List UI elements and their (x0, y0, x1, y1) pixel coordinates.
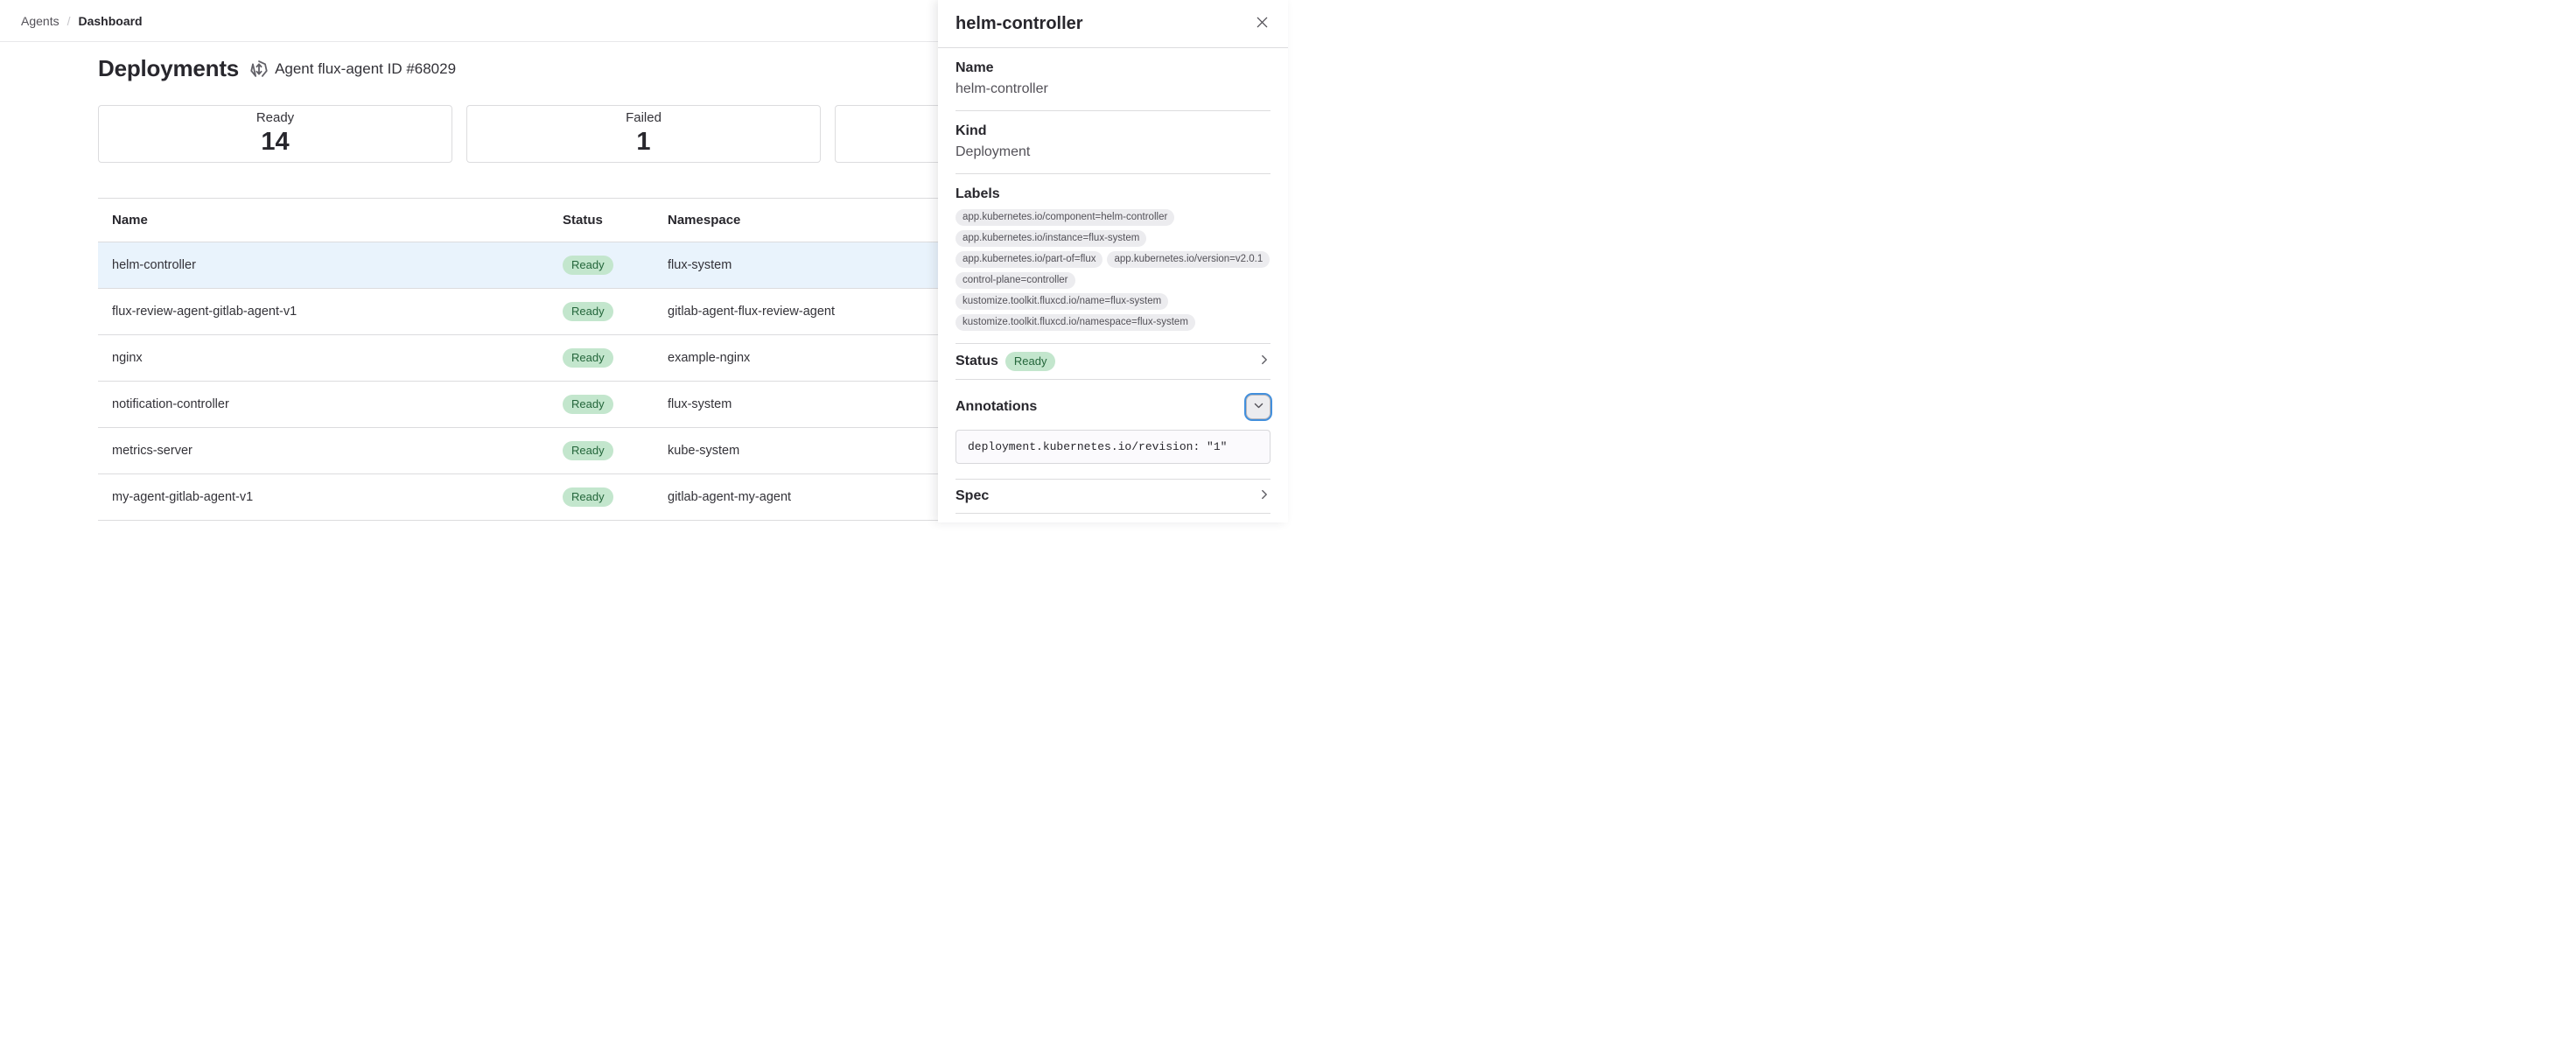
cell-deployment-name: helm-controller (98, 258, 549, 272)
label-chip: kustomize.toolkit.fluxcd.io/namespace=fl… (956, 314, 1195, 331)
drawer-spec-section: Spec (956, 480, 1270, 514)
status-expand-row[interactable]: Status Ready (956, 344, 1270, 379)
label-chip: kustomize.toolkit.fluxcd.io/name=flux-sy… (956, 293, 1168, 310)
cell-deployment-name: metrics-server (98, 444, 549, 458)
cell-deployment-name: notification-controller (98, 397, 549, 411)
label-chip: control-plane=controller (956, 272, 1075, 289)
breadcrumb-agents-link[interactable]: Agents (21, 14, 60, 28)
drawer-annotations-section: Annotations deployment.kubernetes.io/rev… (956, 380, 1270, 480)
status-badge: Ready (563, 441, 613, 460)
status-badge: Ready (563, 348, 613, 368)
cell-deployment-name: flux-review-agent-gitlab-agent-v1 (98, 305, 549, 319)
chevron-down-icon (1253, 400, 1264, 414)
agent-icon (249, 60, 269, 79)
stat-card-value: 14 (261, 126, 289, 158)
breadcrumb-current: Dashboard (78, 14, 142, 28)
agent-reference: Agent flux-agent ID #68029 (249, 60, 456, 79)
drawer-title: helm-controller (956, 14, 1083, 34)
kind-section-value: Deployment (956, 144, 1270, 161)
stat-card-value: 1 (636, 126, 650, 158)
drawer-name-section: Name helm-controller (956, 48, 1270, 111)
stat-card: Ready 14 (98, 105, 452, 163)
annotations-collapse-button[interactable] (1246, 395, 1270, 419)
annotations-code-block: deployment.kubernetes.io/revision: "1" (956, 430, 1270, 464)
name-section-label: Name (956, 60, 1270, 77)
drawer-status-section: Status Ready (956, 344, 1270, 380)
spec-section-label: Spec (956, 487, 989, 505)
status-badge: Ready (563, 256, 613, 275)
cell-deployment-name: my-agent-gitlab-agent-v1 (98, 490, 549, 504)
annotations-section-label: Annotations (956, 398, 1037, 416)
page-title: Deployments (98, 55, 239, 82)
cell-deployment-name: nginx (98, 351, 549, 365)
kind-section-label: Kind (956, 123, 1270, 140)
drawer-labels-section: Labels app.kubernetes.io/component=helm-… (956, 174, 1270, 344)
stat-card-label: Failed (626, 110, 662, 126)
column-header-name: Name (98, 213, 549, 228)
breadcrumb-separator: / (67, 14, 71, 28)
label-chip: app.kubernetes.io/instance=flux-system (956, 230, 1146, 247)
name-section-value: helm-controller (956, 81, 1270, 98)
labels-section-label: Labels (956, 186, 1270, 203)
status-section-label: Status (956, 353, 998, 370)
labels-chip-list: app.kubernetes.io/component=helm-control… (956, 209, 1270, 331)
drawer-kind-section: Kind Deployment (956, 111, 1270, 174)
drawer-close-button[interactable] (1254, 14, 1270, 33)
drawer-status-badge: Ready (1005, 352, 1056, 371)
chevron-right-icon (1258, 488, 1270, 505)
column-header-status: Status (549, 213, 654, 228)
drawer-header: helm-controller (938, 0, 1288, 48)
spec-expand-row[interactable]: Spec (956, 480, 1270, 513)
label-chip: app.kubernetes.io/component=helm-control… (956, 209, 1174, 226)
status-badge: Ready (563, 302, 613, 321)
label-chip: app.kubernetes.io/version=v2.0.1 (1107, 251, 1270, 268)
stat-card: Failed 1 (466, 105, 821, 163)
resource-detail-drawer: helm-controller Name helm-controller Kin… (938, 0, 1288, 522)
status-badge: Ready (563, 395, 613, 414)
agent-label: Agent flux-agent ID #68029 (275, 60, 456, 78)
chevron-right-icon (1258, 354, 1270, 370)
label-chip: app.kubernetes.io/part-of=flux (956, 251, 1102, 268)
close-icon (1256, 16, 1269, 32)
status-badge: Ready (563, 487, 613, 507)
stat-card-label: Ready (256, 110, 294, 126)
